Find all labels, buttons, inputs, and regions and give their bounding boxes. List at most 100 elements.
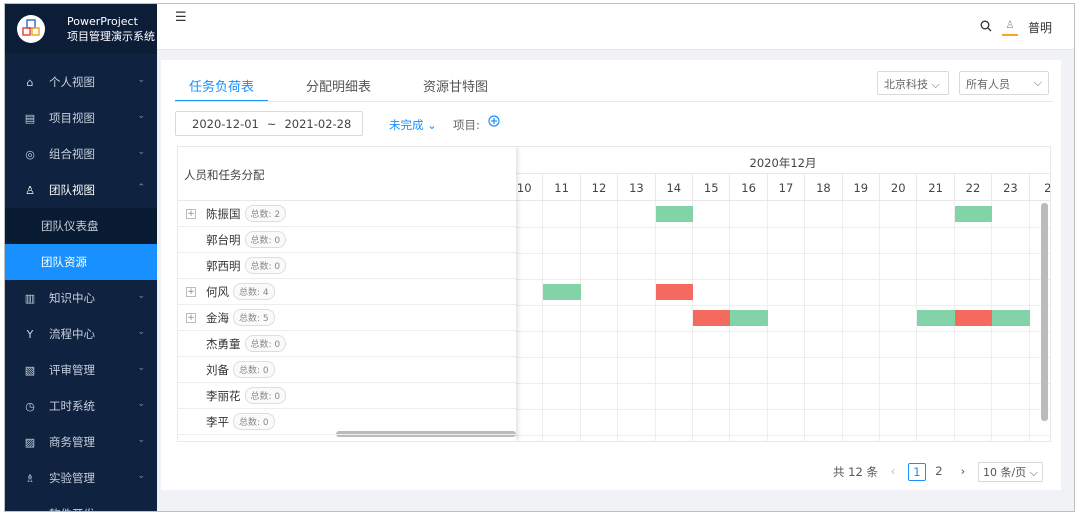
day-header: 12: [580, 174, 619, 201]
home-icon: ⌂: [26, 75, 34, 89]
page-number[interactable]: 1: [907, 463, 926, 481]
table-row[interactable]: 郭台明 总数: 0: [178, 227, 516, 253]
sidebar-item-clock[interactable]: ◷ 工时系统 ⌄: [5, 388, 157, 424]
sidebar-item-business[interactable]: ▨ 商务管理 ⌄: [5, 424, 157, 460]
resource-gantt: 2020年12月 10 11 12 13 14 15 16 17 18 19 20 21 22 23 2 人…: [177, 146, 1051, 442]
sidebar-item-project[interactable]: ▤ 项目视图 ⌄: [5, 100, 157, 136]
day-header: 15: [693, 174, 731, 201]
table-row[interactable]: + 陈振国 总数: 2: [178, 201, 516, 227]
sidebar-item-label: 个人视图: [49, 75, 95, 89]
project-filter-label: 项目:: [453, 118, 480, 132]
next-page-icon[interactable]: ›: [954, 463, 972, 481]
task-bar-normal[interactable]: [730, 310, 768, 326]
brand-subtitle: 项目管理演示系统: [67, 30, 155, 43]
expand-icon[interactable]: +: [186, 312, 196, 323]
task-count-badge: 总数: 0: [233, 361, 275, 378]
sidebar-menu: ⌂ 个人视图 ⌄ ▤ 项目视图 ⌄ ◎ 组合视图 ⌄ ♙ 团队视图 ⌃ 团队仪表盘 团队资源 ▥ 知识中心 ⌄ Y…: [5, 64, 157, 512]
task-count-badge: 总数: 4: [233, 283, 275, 300]
pagination: 共 12 条 ‹ 12 › 10 条/页 ⌵: [833, 462, 1043, 482]
chevron-down-icon: ⌄: [137, 147, 145, 157]
vertical-scrollbar[interactable]: [1041, 203, 1048, 421]
table-row[interactable]: + 何风 总数: 4: [178, 279, 516, 305]
day-header: 16: [730, 174, 768, 201]
day-header: 17: [767, 174, 806, 201]
clock-icon: ◷: [25, 399, 35, 413]
task-bar-overload[interactable]: [655, 284, 693, 300]
page-size-select[interactable]: 10 条/页 ⌵: [977, 462, 1043, 482]
sidebar-subitem[interactable]: 团队资源: [5, 244, 157, 280]
tab-0[interactable]: 任务负荷表: [175, 68, 269, 102]
people-select[interactable]: 所有人员 ⌵: [959, 71, 1049, 95]
people-list-header: 人员和任务分配: [178, 147, 516, 201]
chevron-down-icon: ⌄: [137, 291, 145, 301]
view-tabs: 任务负荷表 分配明细表 资源甘特图: [175, 68, 526, 102]
task-bar-normal[interactable]: [543, 284, 581, 300]
sidebar-item-dashboard[interactable]: ◎ 组合视图 ⌄: [5, 136, 157, 172]
table-row[interactable]: 刘备 总数: 0: [178, 357, 516, 383]
person-name: 郭台明: [206, 232, 241, 247]
chevron-down-icon: ⌄: [137, 399, 145, 409]
user-name[interactable]: 普明: [1028, 19, 1052, 36]
task-bar-normal[interactable]: [655, 206, 693, 222]
chevron-down-icon: ⌵: [1033, 76, 1042, 89]
sidebar: PowerProject 项目管理演示系统 ⌂ 个人视图 ⌄ ▤ 项目视图 ⌄ ◎ 组合视图 ⌄…: [5, 4, 157, 511]
sidebar-item-code[interactable]: ▭ 软件开发 ⌄: [5, 496, 157, 512]
add-project-icon[interactable]: [488, 115, 500, 130]
task-bar-normal[interactable]: [992, 310, 1030, 326]
sidebar-item-label: 知识中心: [49, 291, 95, 305]
day-header: 2: [1029, 174, 1050, 201]
task-bar-normal[interactable]: [954, 206, 993, 222]
dashboard-icon: ◎: [25, 147, 35, 161]
chevron-down-icon: ⌵: [931, 78, 940, 91]
avatar[interactable]: ♙: [1001, 20, 1018, 36]
project-icon: ▤: [24, 111, 36, 125]
task-count-badge: 总数: 0: [244, 335, 287, 352]
code-icon: ▭: [23, 508, 37, 512]
task-bar-overload[interactable]: [693, 310, 731, 326]
task-count-badge: 总数: 2: [244, 205, 287, 222]
sidebar-subitem[interactable]: 团队仪表盘: [5, 208, 157, 244]
person-name: 李丽花: [206, 388, 241, 403]
tab-2[interactable]: 资源甘特图: [409, 68, 502, 102]
sidebar-item-label: 工时系统: [49, 399, 95, 413]
sidebar-item-book[interactable]: ▥ 知识中心 ⌄: [5, 280, 157, 316]
day-header: 22: [954, 174, 993, 201]
top-header: ☰ ♙ 普明: [157, 4, 1074, 50]
sidebar-item-workflow[interactable]: Y 流程中心 ⌄: [5, 316, 157, 352]
task-bar-normal[interactable]: [917, 310, 955, 326]
menu-collapse-icon[interactable]: ☰: [175, 10, 187, 25]
org-select[interactable]: 北京科技 ⌵: [877, 71, 949, 95]
tab-1[interactable]: 分配明细表: [292, 68, 385, 102]
search-icon[interactable]: [980, 20, 992, 35]
chevron-down-icon: ⌄: [137, 363, 145, 373]
task-count-badge: 总数: 5: [233, 309, 275, 326]
sidebar-item-team[interactable]: ♙ 团队视图 ⌃: [5, 172, 157, 208]
task-count-badge: 总数: 0: [233, 413, 275, 430]
expand-icon[interactable]: +: [186, 286, 196, 297]
expand-icon[interactable]: +: [186, 208, 196, 219]
sidebar-item-review[interactable]: ▧ 评审管理 ⌄: [5, 352, 157, 388]
date-separator: ~: [266, 116, 277, 131]
chevron-down-icon: ⌄: [137, 471, 145, 481]
table-row[interactable]: 郭西明 总数: 0: [178, 253, 516, 279]
prev-page-icon[interactable]: ‹: [884, 463, 902, 481]
table-row[interactable]: 李丽花 总数: 0: [178, 383, 516, 409]
table-row[interactable]: 杰勇童 总数: 0: [178, 331, 516, 357]
gantt-timeline: 2020年12月 10 11 12 13 14 15 16 17 18 19 20 21 22 23 2: [506, 147, 1050, 441]
table-row[interactable]: 李平 总数: 0: [178, 409, 516, 435]
sidebar-item-home[interactable]: ⌂ 个人视图 ⌄: [5, 64, 157, 100]
task-bar-overload[interactable]: [954, 310, 993, 326]
person-name: 刘备: [206, 362, 229, 377]
sidebar-item-lab[interactable]: ♗ 实验管理 ⌄: [5, 460, 157, 496]
page-number[interactable]: 2: [930, 463, 948, 481]
brand-name: PowerProject: [67, 15, 138, 28]
lab-icon: ♗: [25, 471, 35, 485]
table-row[interactable]: + 金海 总数: 5: [178, 305, 516, 331]
person-name: 何风: [206, 284, 229, 299]
page-size-value: 10 条/页: [982, 466, 1027, 479]
start-date[interactable]: 2020-12-01: [192, 117, 259, 131]
date-range-picker[interactable]: 2020-12-01 ~ 2021-02-28: [175, 111, 363, 136]
sidebar-item-label: 商务管理: [49, 435, 95, 449]
end-date[interactable]: 2021-02-28: [284, 117, 351, 131]
status-filter[interactable]: 未完成 ⌄: [389, 117, 437, 133]
